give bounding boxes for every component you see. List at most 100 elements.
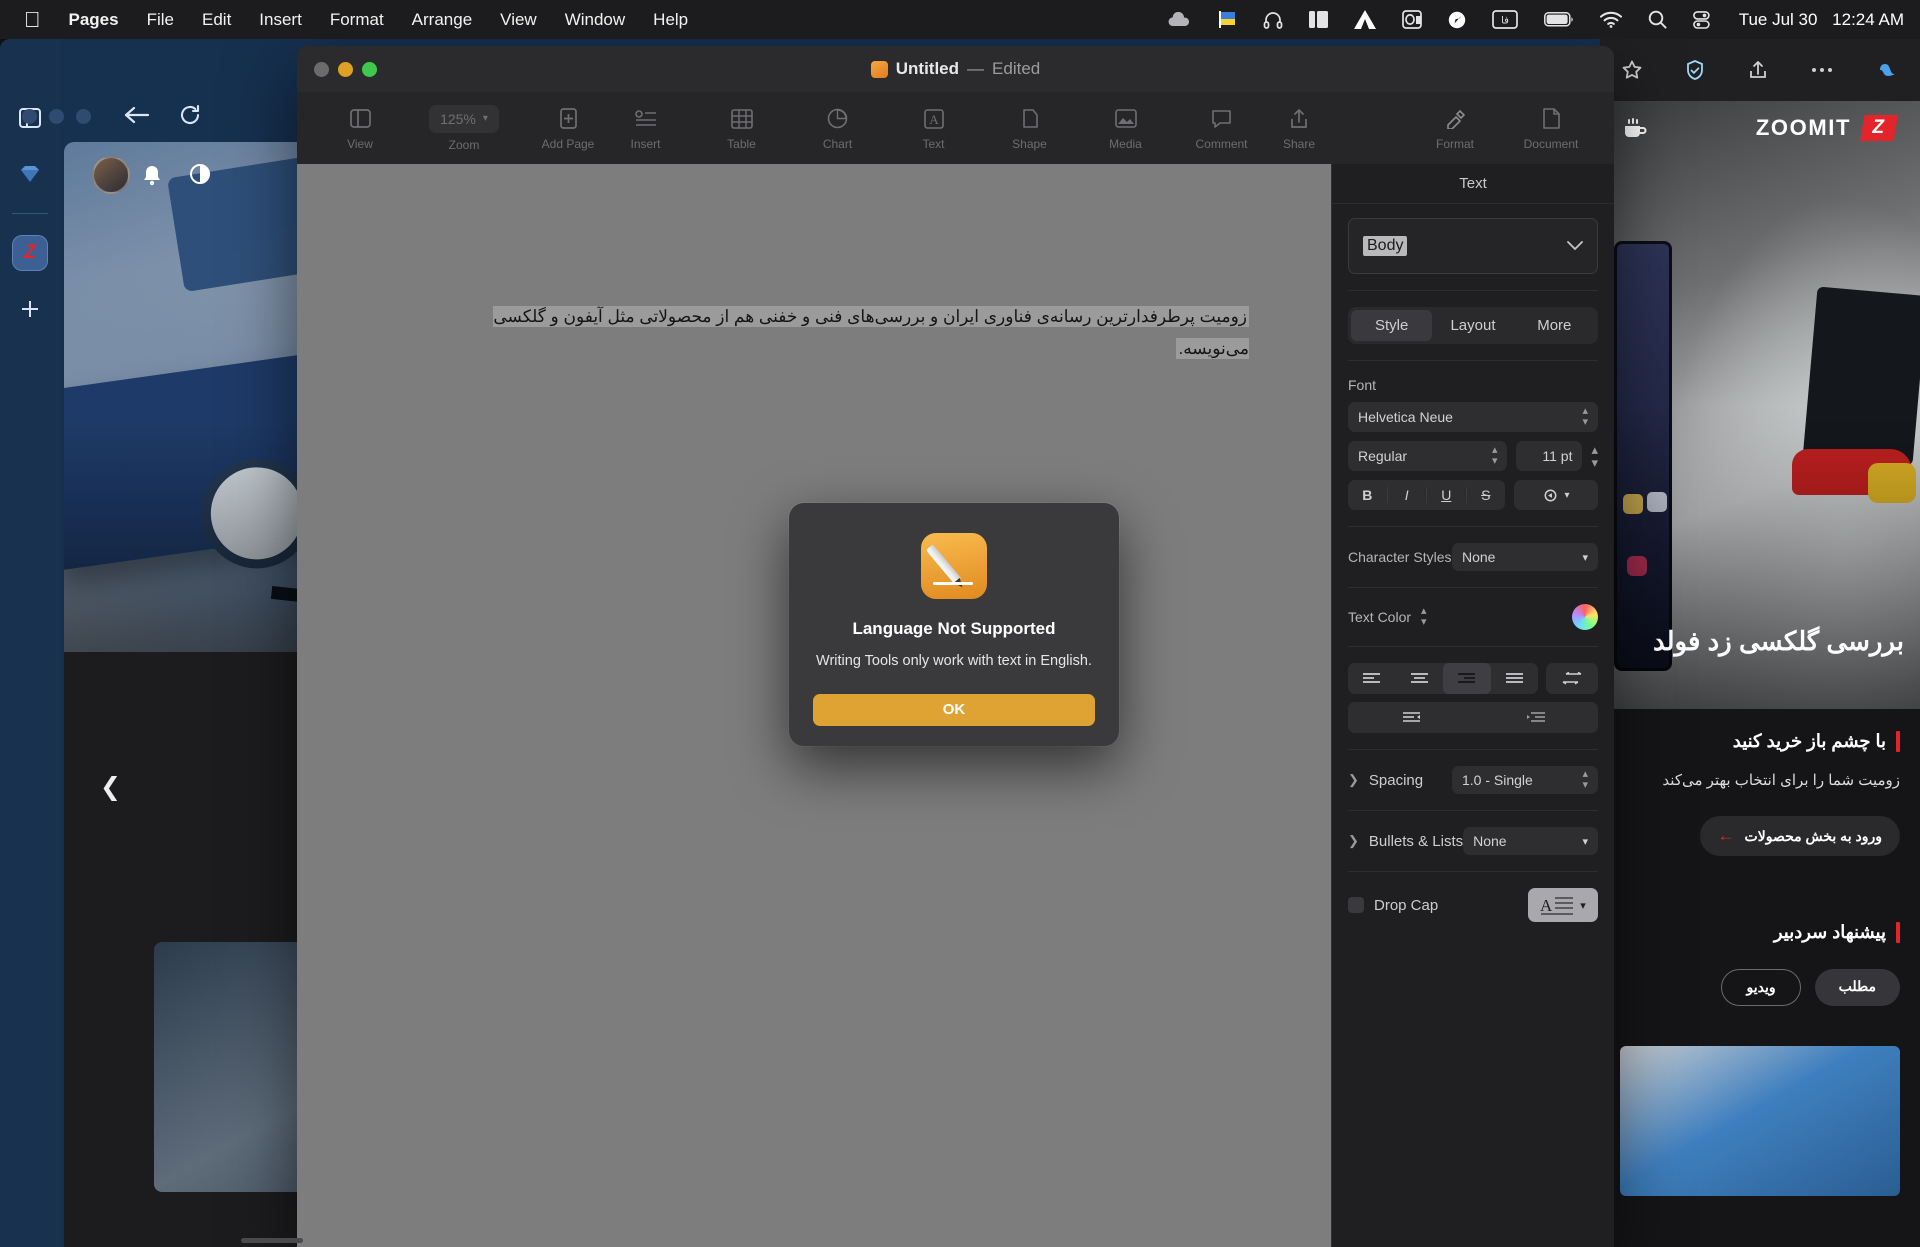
zoomit-tab-icon[interactable]: Z: [13, 236, 47, 270]
new-tab-icon[interactable]: [13, 292, 47, 326]
color-wheel-icon[interactable]: [1572, 604, 1598, 630]
text-color-swatch[interactable]: [1522, 604, 1598, 630]
window-traffic-lights[interactable]: [297, 61, 377, 77]
font-weight-size-row[interactable]: Regular ▴ ▾ 11 pt ▴ ▾: [1348, 441, 1598, 471]
align-left-icon[interactable]: [1348, 663, 1396, 694]
align-justify-icon[interactable]: [1491, 663, 1539, 694]
paragraph-style-select[interactable]: Body: [1348, 218, 1598, 274]
menu-window[interactable]: Window: [551, 0, 639, 39]
zoom-dropdown-icon[interactable]: 125% ▾: [429, 104, 499, 133]
copilot-icon[interactable]: [1875, 58, 1899, 82]
outlook-icon[interactable]: [1389, 0, 1435, 39]
article-thumbnail[interactable]: [1620, 1046, 1900, 1196]
avatar[interactable]: [92, 156, 130, 194]
more-icon[interactable]: [1810, 66, 1834, 74]
minimize-button[interactable]: [338, 61, 353, 77]
apple-logo-icon[interactable]: : [16, 2, 55, 38]
comment-button[interactable]: Comment: [1189, 105, 1255, 151]
view-button[interactable]: View: [327, 105, 393, 151]
menubar-app-menus[interactable]:  Pages File Edit Insert Format Arrange …: [0, 0, 702, 39]
add-page-button[interactable]: Add Page: [535, 105, 601, 151]
bold-italic-underline-strike-group[interactable]: B I U S: [1348, 480, 1505, 510]
format-button[interactable]: Format: [1422, 105, 1488, 151]
content-type-chips[interactable]: مطلب ویدیو: [1620, 969, 1900, 1006]
menubar-status-items[interactable]: فا Tue Jul 30 12:24 AM: [1154, 0, 1920, 39]
cloud-icon[interactable]: [1154, 0, 1204, 39]
chevron-left-icon[interactable]: ❮: [100, 772, 121, 802]
language-not-supported-dialog[interactable]: Language Not Supported Writing Tools onl…: [789, 503, 1119, 747]
increase-indent-icon[interactable]: [1473, 711, 1598, 725]
character-styles-select[interactable]: None ▾: [1452, 543, 1598, 571]
pages-titlebar[interactable]: Untitled — Edited: [297, 46, 1614, 92]
menu-help[interactable]: Help: [639, 0, 702, 39]
chevron-right-icon[interactable]: ❯: [1348, 772, 1359, 788]
tab-style[interactable]: Style: [1351, 310, 1433, 341]
insert-button[interactable]: Insert: [613, 105, 679, 151]
text-direction-icon[interactable]: [1546, 663, 1598, 694]
text-color-stepper-icon[interactable]: ▴ ▾: [1421, 606, 1427, 628]
tab-layout[interactable]: Layout: [1432, 310, 1513, 341]
share-button[interactable]: Share: [1266, 105, 1332, 151]
toolbar-center-group[interactable]: Insert Table Chart A Text Shape Media Co…: [613, 105, 1255, 151]
battery-icon[interactable]: [1531, 0, 1587, 39]
menubar-clock[interactable]: Tue Jul 30 12:24 AM: [1723, 10, 1904, 30]
stage-manager-icon[interactable]: [1296, 0, 1341, 39]
menu-view[interactable]: View: [486, 0, 551, 39]
text-style-row[interactable]: B I U S ▾: [1348, 480, 1598, 510]
font-size-stepper[interactable]: ▴ ▾: [1591, 443, 1598, 469]
mountain-icon[interactable]: [1341, 0, 1389, 39]
menu-file[interactable]: File: [133, 0, 188, 39]
menu-arrange[interactable]: Arrange: [398, 0, 486, 39]
control-center-icon[interactable]: [1680, 0, 1723, 39]
text-options-gear-button[interactable]: ▾: [1514, 480, 1598, 510]
drop-cap-row[interactable]: Drop Cap A ▾: [1348, 888, 1598, 922]
spacing-select[interactable]: 1.0 - Single ▴ ▾: [1452, 766, 1598, 794]
italic-button[interactable]: I: [1386, 487, 1427, 503]
toolbar-right-group[interactable]: Share: [1266, 105, 1332, 151]
media-button[interactable]: Media: [1093, 105, 1159, 151]
menu-edit[interactable]: Edit: [188, 0, 245, 39]
table-button[interactable]: Table: [709, 105, 775, 151]
bell-icon[interactable]: [142, 164, 162, 186]
inspector-tabs[interactable]: Style Layout More: [1348, 307, 1598, 344]
diamond-icon[interactable]: [13, 157, 47, 191]
spacing-row[interactable]: ❯ Spacing 1.0 - Single ▴ ▾: [1348, 766, 1598, 794]
menu-insert[interactable]: Insert: [245, 0, 316, 39]
bold-button[interactable]: B: [1348, 487, 1387, 503]
products-button[interactable]: ورود به بخش محصولات ←: [1699, 816, 1900, 856]
document-button[interactable]: Document: [1518, 105, 1584, 151]
format-inspector[interactable]: Text Body Style Layout More Font Helveti…: [1331, 164, 1614, 1247]
alignment-row[interactable]: [1348, 663, 1598, 694]
drop-cap-style-button[interactable]: A ▾: [1528, 888, 1598, 922]
bookmark-icon[interactable]: [1621, 59, 1643, 81]
indent-group[interactable]: [1348, 702, 1598, 733]
stepper-icon[interactable]: ▴ ▾: [1492, 445, 1498, 467]
toolbar-left-group[interactable]: View 125% ▾ Zoom Add Page: [327, 104, 601, 152]
font-family-select[interactable]: Helvetica Neue ▴ ▾: [1348, 402, 1598, 432]
theme-toggle-icon[interactable]: [190, 164, 210, 184]
chart-button[interactable]: Chart: [805, 105, 871, 151]
wifi-icon[interactable]: [1587, 0, 1635, 39]
character-styles-row[interactable]: Character Styles None ▾: [1348, 543, 1598, 571]
ok-button[interactable]: OK: [813, 694, 1095, 727]
document-paragraph[interactable]: زومیت پرطرفدارترین رسانه‌ی فناوری ایران …: [417, 301, 1249, 366]
zoom-control[interactable]: 125% ▾ Zoom: [423, 104, 505, 152]
zoom-button[interactable]: [362, 61, 377, 77]
text-direction-button[interactable]: [1546, 663, 1598, 694]
chip-article[interactable]: مطلب: [1814, 969, 1900, 1006]
close-button[interactable]: [314, 61, 329, 77]
text-color-row[interactable]: Text Color ▴ ▾: [1348, 604, 1598, 630]
pages-toolbar[interactable]: View 125% ▾ Zoom Add Page Insert Table C…: [297, 92, 1614, 164]
toolbar-inspector-group[interactable]: Format Document: [1422, 105, 1584, 151]
shape-button[interactable]: Shape: [997, 105, 1063, 151]
reload-icon[interactable]: [178, 103, 202, 127]
zoomit-logo[interactable]: ZOOMIT Z: [1756, 115, 1898, 141]
right-browser-pane[interactable]: ZOOMIT Z بررسی گلکسی زد فولد با چشم باز …: [1600, 39, 1920, 1247]
align-center-icon[interactable]: [1396, 663, 1444, 694]
drop-cap-checkbox[interactable]: [1348, 897, 1364, 913]
inspector-content[interactable]: Body Style Layout More Font Helvetica Ne…: [1332, 204, 1614, 936]
input-source-icon[interactable]: فا: [1479, 0, 1531, 39]
strikethrough-button[interactable]: S: [1465, 487, 1506, 503]
bullets-lists-row[interactable]: ❯ Bullets & Lists None ▾: [1348, 827, 1598, 855]
decrease-indent-icon[interactable]: [1348, 711, 1473, 725]
